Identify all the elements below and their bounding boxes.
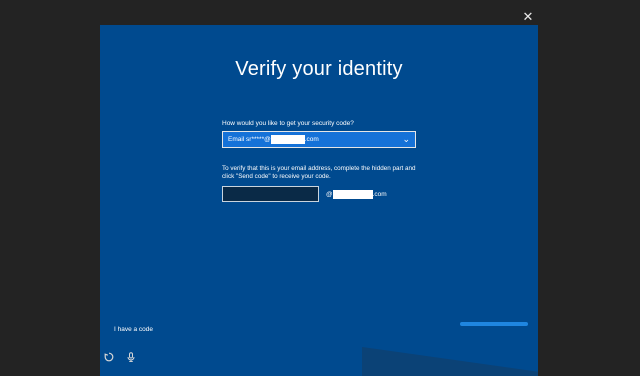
email-domain-suffix: .com xyxy=(372,191,387,198)
microphone-button[interactable] xyxy=(126,352,136,365)
have-a-code-link[interactable]: I have a code xyxy=(114,326,153,333)
email-hidden-part-input[interactable] xyxy=(222,186,319,202)
microphone-icon xyxy=(126,352,136,365)
close-icon: ✕ xyxy=(522,8,534,24)
ease-of-access-icon xyxy=(104,352,114,365)
email-domain-prefix: @ xyxy=(326,191,333,198)
selected-method-suffix: .com xyxy=(304,136,319,143)
email-domain-text: @ .com xyxy=(326,190,387,199)
redacted-block xyxy=(270,135,305,144)
close-button[interactable]: ✕ xyxy=(520,8,536,24)
verification-instructions: To verify that this is your email addres… xyxy=(222,165,416,180)
send-code-button[interactable] xyxy=(460,322,528,326)
chevron-down-icon: ⌄ xyxy=(402,134,410,144)
security-method-select[interactable]: Email sr*****@ .com ⌄ xyxy=(222,131,416,148)
ease-of-access-button[interactable] xyxy=(104,352,114,365)
security-code-question-label: How would you like to get your security … xyxy=(222,120,354,127)
verify-identity-dialog: Verify your identity How would you like … xyxy=(100,25,538,376)
selected-method-text: Email sr*****@ .com xyxy=(228,135,319,144)
selected-method-prefix: Email sr*****@ xyxy=(228,136,271,143)
redacted-block xyxy=(332,190,373,199)
page-title: Verify your identity xyxy=(235,58,403,80)
